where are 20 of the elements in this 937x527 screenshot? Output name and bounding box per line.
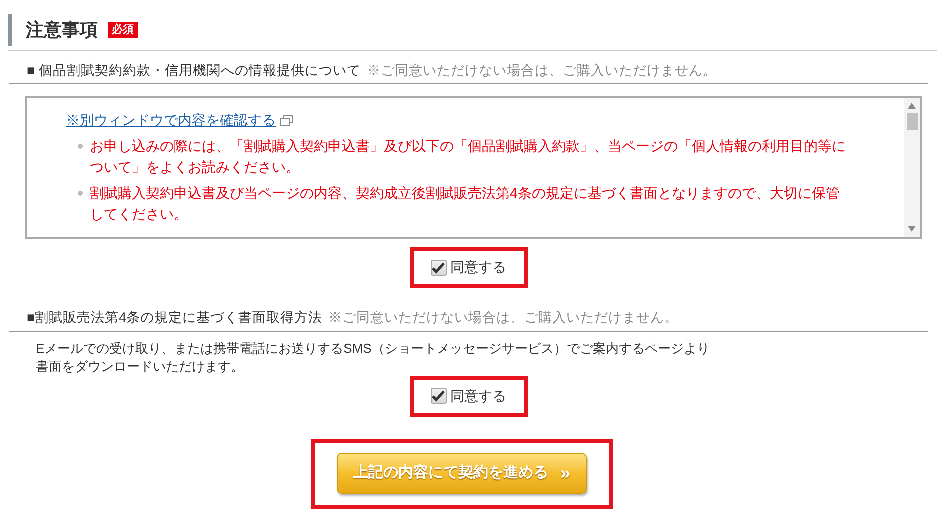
scroll-down-icon[interactable] [908, 226, 916, 232]
check-icon [432, 390, 445, 402]
external-window-icon [280, 115, 293, 126]
section-heading: ■割賦販売法第4条の規定に基づく書面取得方法 [27, 309, 323, 328]
terms-text: 割賦購入契約申込書及び当ページの内容、契約成立後割賦販売法第4条の規定に基づく書面となりますので、大切に保管してください。 [90, 184, 841, 224]
check-icon [432, 262, 445, 274]
consent-note: ※ご同意いただけない場合は、ご購入いただけません。 [366, 62, 717, 80]
agree-checkbox[interactable]: 同意する [430, 257, 506, 278]
description-text: 書面をダウンロードいただけます。 [36, 358, 245, 376]
scroll-up-icon[interactable] [908, 103, 916, 110]
scrollbar[interactable] [904, 98, 920, 238]
description-text: Eメールでの受け取り、または携帯電話にお送りするSMS（ショートメッセージサービス）でご案内するページより [36, 340, 711, 358]
terms-text: お申し込みの際には、「割賦購入契約申込書」及び以下の「個品割賦購入約款」、当ページの「個人情報の利用目的等について」をよくお読みください。 [90, 137, 847, 178]
scrollbar-thumb[interactable] [906, 113, 918, 130]
section-title: 注意事項 [26, 18, 98, 42]
agree-checkbox[interactable]: 同意する [430, 386, 506, 406]
terms-link[interactable]: ※別ウィンドウで内容を確認する [66, 110, 276, 132]
required-badge: 必須 [108, 22, 138, 38]
section-heading: ■ 個品割賦契約約款・信用機関への情報提供について [27, 62, 361, 80]
consent-note: ※ご同意いただけない場合は、ご購入いただけません。 [328, 309, 679, 328]
